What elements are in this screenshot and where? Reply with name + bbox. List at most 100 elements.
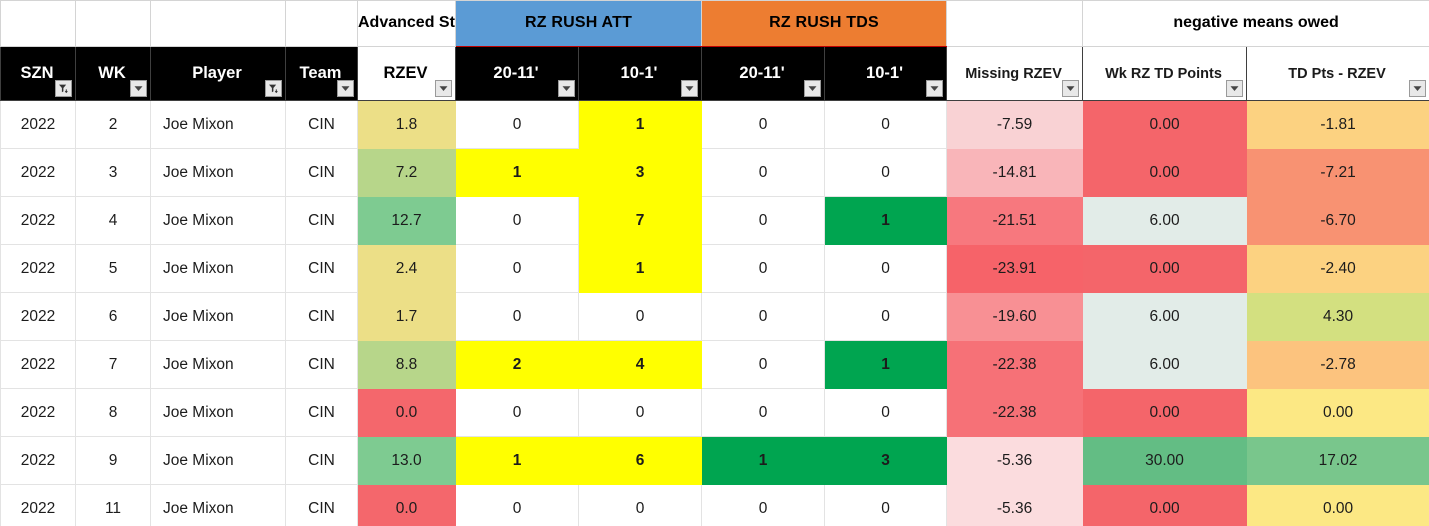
cell-att_20_11[interactable]: 1: [455, 436, 579, 485]
column-header-att_10_1[interactable]: 10-1': [577, 46, 703, 101]
column-header-att_20_11[interactable]: 20-11': [455, 46, 579, 101]
cell-missing_rzev[interactable]: -14.81: [946, 148, 1084, 197]
cell-team[interactable]: CIN: [285, 244, 358, 293]
cell-wk_rz_td_pts[interactable]: 6.00: [1082, 292, 1248, 341]
cell-szn[interactable]: 2022: [0, 244, 76, 293]
cell-team[interactable]: CIN: [285, 196, 358, 245]
cell-wk_rz_td_pts[interactable]: 6.00: [1082, 340, 1248, 389]
cell-team[interactable]: CIN: [285, 148, 358, 197]
cell-player[interactable]: Joe Mixon: [150, 100, 286, 149]
column-header-td_pts_rzev[interactable]: TD Pts - RZEV: [1246, 46, 1429, 101]
column-header-player[interactable]: Player: [150, 46, 286, 101]
column-header-td_10_1[interactable]: 10-1': [824, 46, 948, 101]
cell-rzev[interactable]: 1.8: [357, 100, 456, 149]
cell-att_20_11[interactable]: 1: [455, 148, 579, 197]
cell-szn[interactable]: 2022: [0, 484, 76, 526]
cell-td_pts_rzev[interactable]: -2.78: [1246, 340, 1429, 389]
cell-missing_rzev[interactable]: -5.36: [946, 484, 1084, 526]
cell-att_10_1[interactable]: 0: [577, 388, 703, 437]
chevron-down-icon[interactable]: [804, 80, 822, 97]
cell-rzev[interactable]: 0.0: [357, 388, 456, 437]
cell-td_20_11[interactable]: 0: [701, 484, 826, 526]
filter-active-icon[interactable]: [265, 80, 282, 97]
cell-att_20_11[interactable]: 0: [455, 388, 579, 437]
cell-att_20_11[interactable]: 0: [455, 244, 579, 293]
cell-att_10_1[interactable]: 4: [577, 340, 703, 389]
cell-wk[interactable]: 4: [75, 196, 151, 245]
cell-rzev[interactable]: 8.8: [357, 340, 456, 389]
column-header-rzev[interactable]: RZEV: [357, 46, 456, 101]
cell-player[interactable]: Joe Mixon: [150, 292, 286, 341]
cell-att_10_1[interactable]: 1: [577, 100, 703, 149]
chevron-down-icon[interactable]: [130, 80, 147, 97]
cell-team[interactable]: CIN: [285, 388, 358, 437]
column-header-wk_rz_td_pts[interactable]: Wk RZ TD Points: [1082, 46, 1248, 101]
cell-td_10_1[interactable]: 3: [824, 436, 948, 485]
cell-td_pts_rzev[interactable]: 0.00: [1246, 388, 1429, 437]
cell-td_pts_rzev[interactable]: -2.40: [1246, 244, 1429, 293]
cell-td_10_1[interactable]: 0: [824, 292, 948, 341]
cell-wk[interactable]: 11: [75, 484, 151, 526]
chevron-down-icon[interactable]: [558, 80, 575, 97]
cell-wk_rz_td_pts[interactable]: 0.00: [1082, 100, 1248, 149]
cell-missing_rzev[interactable]: -7.59: [946, 100, 1084, 149]
column-header-wk[interactable]: WK: [75, 46, 151, 101]
cell-missing_rzev[interactable]: -21.51: [946, 196, 1084, 245]
cell-att_20_11[interactable]: 0: [455, 100, 579, 149]
cell-rzev[interactable]: 7.2: [357, 148, 456, 197]
cell-missing_rzev[interactable]: -19.60: [946, 292, 1084, 341]
cell-missing_rzev[interactable]: -5.36: [946, 436, 1084, 485]
cell-player[interactable]: Joe Mixon: [150, 340, 286, 389]
cell-wk[interactable]: 7: [75, 340, 151, 389]
cell-player[interactable]: Joe Mixon: [150, 484, 286, 526]
cell-rzev[interactable]: 13.0: [357, 436, 456, 485]
cell-szn[interactable]: 2022: [0, 340, 76, 389]
cell-wk_rz_td_pts[interactable]: 0.00: [1082, 388, 1248, 437]
cell-team[interactable]: CIN: [285, 436, 358, 485]
cell-td_20_11[interactable]: 0: [701, 292, 826, 341]
cell-wk_rz_td_pts[interactable]: 0.00: [1082, 148, 1248, 197]
cell-att_10_1[interactable]: 7: [577, 196, 703, 245]
cell-td_10_1[interactable]: 0: [824, 244, 948, 293]
chevron-down-icon[interactable]: [926, 80, 944, 97]
cell-player[interactable]: Joe Mixon: [150, 244, 286, 293]
cell-td_pts_rzev[interactable]: 17.02: [1246, 436, 1429, 485]
filter-active-icon[interactable]: [55, 80, 72, 97]
cell-rzev[interactable]: 0.0: [357, 484, 456, 526]
cell-td_20_11[interactable]: 0: [701, 388, 826, 437]
cell-szn[interactable]: 2022: [0, 100, 76, 149]
cell-td_20_11[interactable]: 0: [701, 244, 826, 293]
cell-team[interactable]: CIN: [285, 484, 358, 526]
cell-wk[interactable]: 6: [75, 292, 151, 341]
cell-wk[interactable]: 2: [75, 100, 151, 149]
cell-wk[interactable]: 9: [75, 436, 151, 485]
cell-att_10_1[interactable]: 1: [577, 244, 703, 293]
cell-att_10_1[interactable]: 0: [577, 292, 703, 341]
column-header-missing_rzev[interactable]: Missing RZEV: [946, 46, 1084, 101]
cell-td_20_11[interactable]: 0: [701, 340, 826, 389]
chevron-down-icon[interactable]: [337, 80, 354, 97]
cell-att_10_1[interactable]: 6: [577, 436, 703, 485]
chevron-down-icon[interactable]: [1226, 80, 1244, 97]
cell-player[interactable]: Joe Mixon: [150, 196, 286, 245]
cell-team[interactable]: CIN: [285, 340, 358, 389]
cell-szn[interactable]: 2022: [0, 148, 76, 197]
cell-player[interactable]: Joe Mixon: [150, 388, 286, 437]
cell-att_10_1[interactable]: 0: [577, 484, 703, 526]
cell-td_10_1[interactable]: 0: [824, 484, 948, 526]
cell-td_10_1[interactable]: 0: [824, 100, 948, 149]
column-header-team[interactable]: Team: [285, 46, 358, 101]
chevron-down-icon[interactable]: [1409, 80, 1427, 97]
cell-td_10_1[interactable]: 1: [824, 340, 948, 389]
cell-missing_rzev[interactable]: -22.38: [946, 388, 1084, 437]
cell-rzev[interactable]: 1.7: [357, 292, 456, 341]
cell-wk_rz_td_pts[interactable]: 30.00: [1082, 436, 1248, 485]
cell-td_10_1[interactable]: 1: [824, 196, 948, 245]
cell-td_pts_rzev[interactable]: -6.70: [1246, 196, 1429, 245]
cell-player[interactable]: Joe Mixon: [150, 436, 286, 485]
cell-td_10_1[interactable]: 0: [824, 388, 948, 437]
cell-szn[interactable]: 2022: [0, 388, 76, 437]
cell-td_pts_rzev[interactable]: 0.00: [1246, 484, 1429, 526]
cell-team[interactable]: CIN: [285, 292, 358, 341]
chevron-down-icon[interactable]: [435, 80, 452, 97]
